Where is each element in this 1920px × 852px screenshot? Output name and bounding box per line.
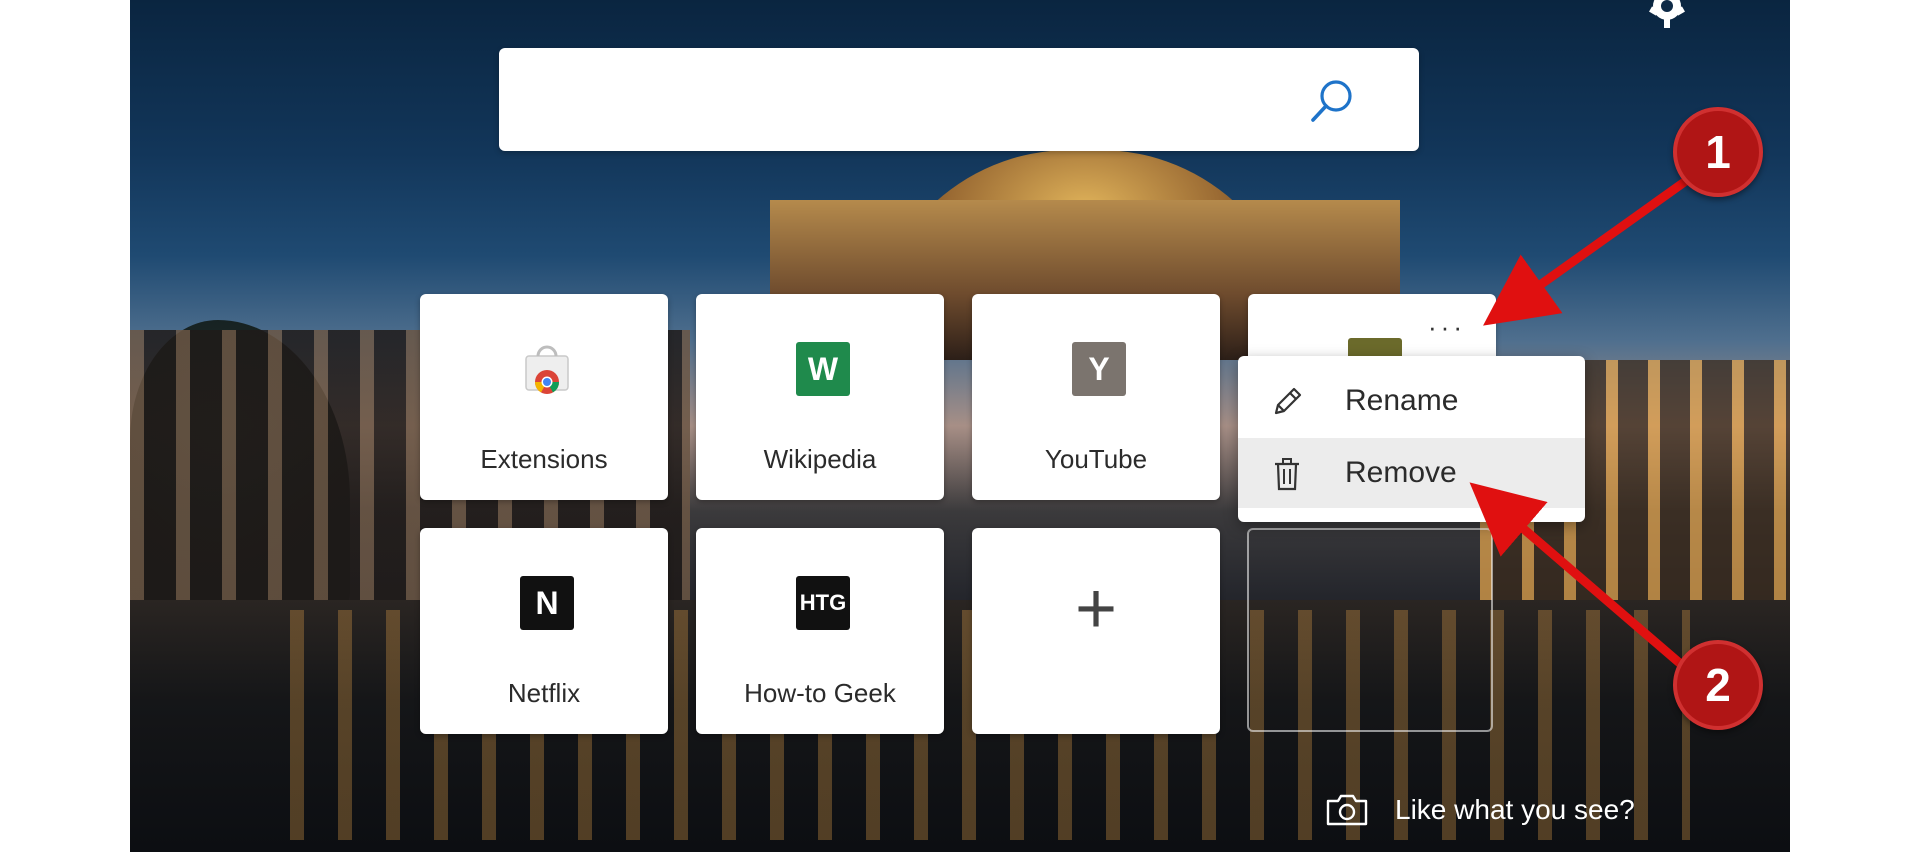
- search-icon[interactable]: [1307, 76, 1357, 126]
- more-options-icon[interactable]: ···: [1428, 312, 1466, 343]
- like-what-you-see[interactable]: Like what you see?: [1325, 790, 1635, 830]
- youtube-icon: Y: [1072, 342, 1126, 396]
- tile-extensions[interactable]: Extensions: [420, 294, 668, 500]
- htg-icon: HTG: [796, 576, 850, 630]
- tile-youtube[interactable]: Y YouTube: [972, 294, 1220, 500]
- tile-label: YouTube: [1044, 444, 1148, 474]
- trash-icon: [1268, 455, 1306, 493]
- tile-how-to-geek[interactable]: HTG How-to Geek: [696, 528, 944, 734]
- search-input[interactable]: [527, 76, 1311, 124]
- tile-label: Netflix: [507, 678, 581, 708]
- gear-icon[interactable]: [1640, 0, 1694, 32]
- tile-with-menu[interactable]: ···: [1248, 294, 1496, 356]
- menu-item-label: Remove: [1345, 456, 1457, 489]
- menu-item-remove[interactable]: Remove: [1238, 438, 1585, 508]
- netflix-icon: N: [520, 576, 574, 630]
- camera-icon: [1325, 793, 1369, 827]
- context-menu: Rename Remove: [1238, 356, 1585, 522]
- plus-icon: +: [1074, 569, 1118, 649]
- menu-item-label: Rename: [1345, 384, 1459, 417]
- annotation-badge-2: 2: [1673, 640, 1763, 730]
- add-site-tile[interactable]: +: [972, 528, 1220, 734]
- tile-logo-partial: [1348, 338, 1402, 356]
- tile-wikipedia[interactable]: W Wikipedia: [696, 294, 944, 500]
- tile-netflix[interactable]: N Netflix: [420, 528, 668, 734]
- wikipedia-icon: W: [796, 342, 850, 396]
- empty-tile-slot: [1247, 528, 1493, 732]
- annotation-badge-1: 1: [1673, 107, 1763, 197]
- menu-item-rename[interactable]: Rename: [1238, 366, 1585, 436]
- footer-text: Like what you see?: [1395, 794, 1635, 825]
- pencil-icon: [1268, 383, 1306, 421]
- chrome-webstore-icon: [520, 342, 574, 396]
- tile-label: Extensions: [480, 444, 608, 474]
- tile-label: How-to Geek: [744, 678, 896, 708]
- tile-label: Wikipedia: [763, 444, 877, 474]
- search-box[interactable]: [499, 48, 1419, 151]
